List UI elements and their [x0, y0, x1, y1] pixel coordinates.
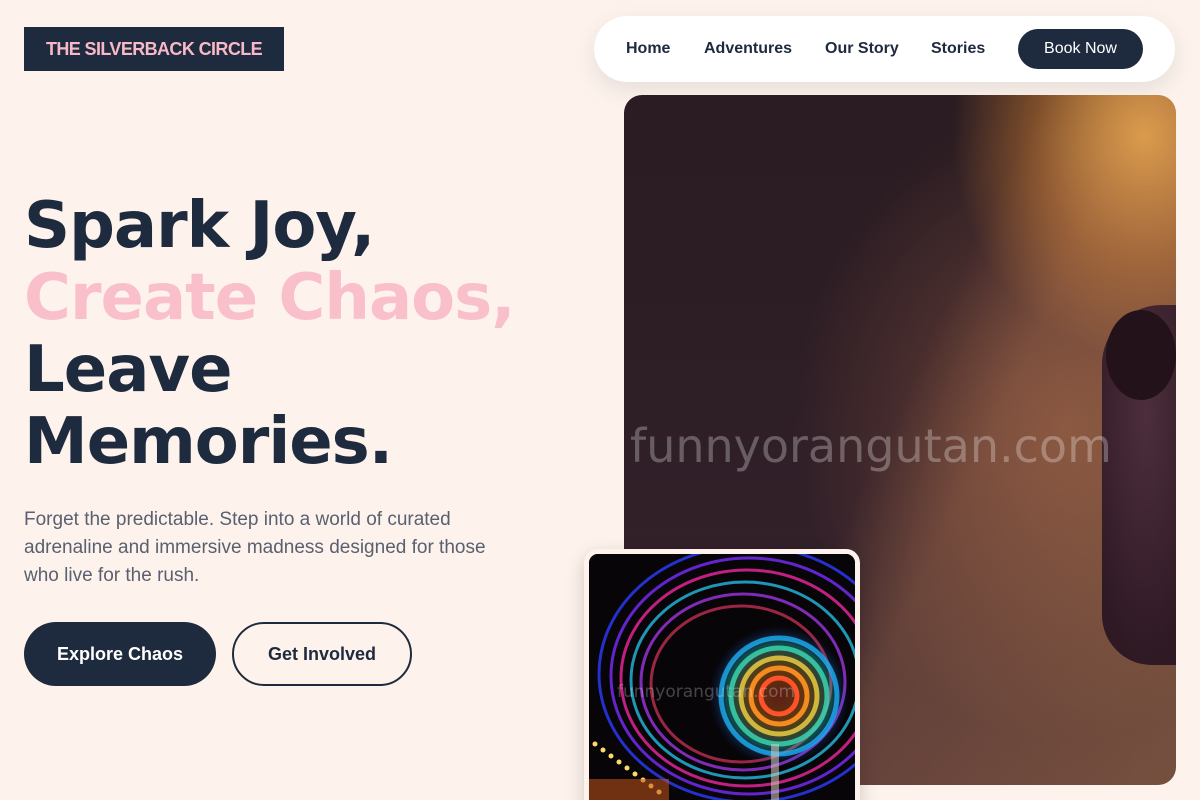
nav-item-our-story[interactable]: Our Story: [825, 40, 899, 58]
explore-chaos-button[interactable]: Explore Chaos: [24, 622, 216, 686]
small-image-watermark: funnyorangutan.com: [617, 682, 796, 702]
hero-description: Forget the predictable. Step into a worl…: [24, 509, 486, 586]
nav-item-adventures[interactable]: Adventures: [704, 40, 792, 58]
get-involved-button[interactable]: Get Involved: [232, 622, 412, 686]
headline-line-4: Memories.: [24, 405, 393, 479]
brand-name: THE SILVERBACK CIRCLE: [45, 38, 263, 59]
brand-logo[interactable]: THE SILVERBACK CIRCLE: [24, 27, 284, 71]
nav-item-home[interactable]: Home: [626, 40, 670, 58]
top-navigation: Home Adventures Our Story Stories Book N…: [594, 16, 1175, 82]
hero-headline: Spark Joy, Create Chaos, Leave Memories.: [24, 190, 515, 478]
headline-line-3: Leave: [24, 333, 232, 407]
hero-secondary-image: funnyorangutan.com: [584, 549, 860, 800]
nav-item-stories[interactable]: Stories: [931, 40, 985, 58]
performer-hair: [1106, 310, 1176, 400]
headline-line-2: Create Chaos,: [24, 261, 515, 335]
headline-line-1: Spark Joy,: [24, 189, 375, 263]
book-now-button[interactable]: Book Now: [1018, 29, 1143, 69]
main-image-watermark: funnyorangutan.com: [630, 419, 1112, 473]
light-trails-graphic: [589, 554, 855, 800]
